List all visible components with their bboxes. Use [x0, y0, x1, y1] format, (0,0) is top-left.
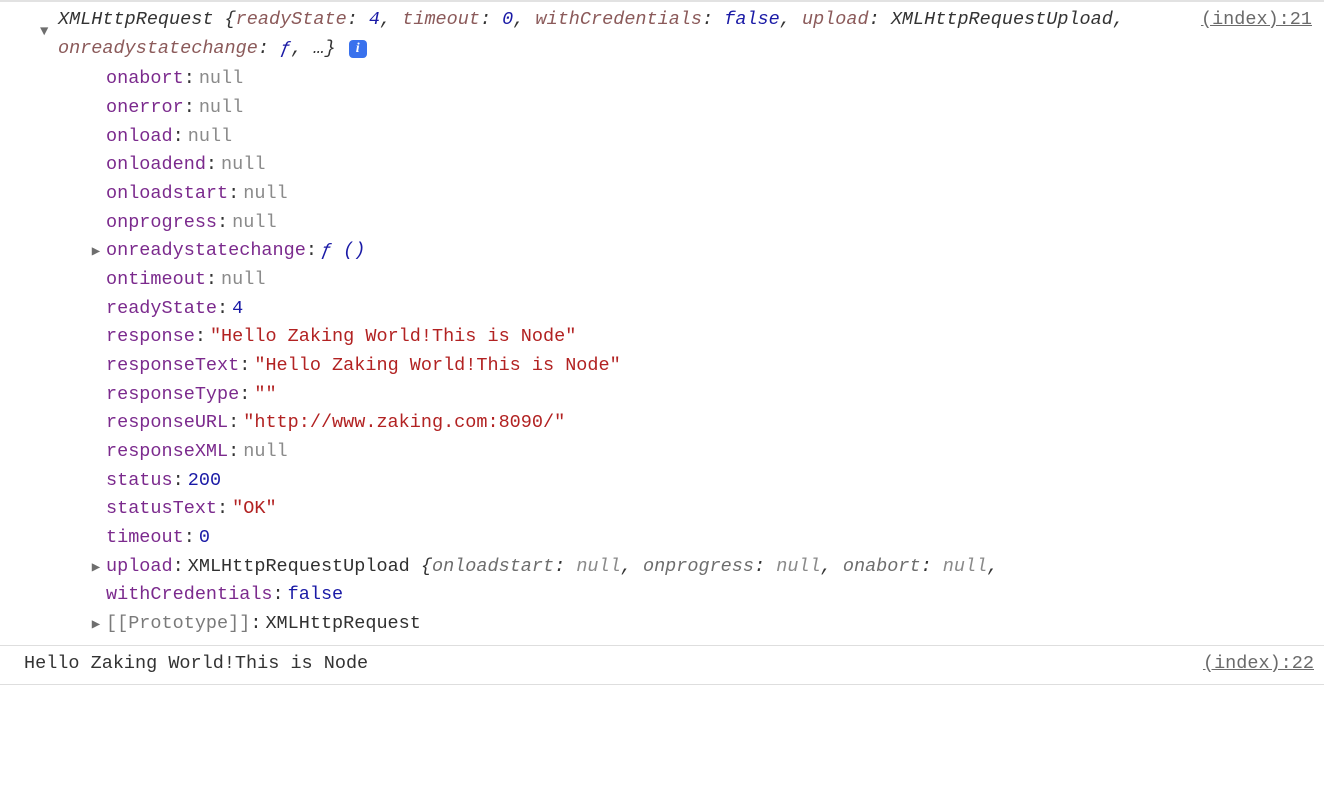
property-row: onerror: null	[58, 94, 1314, 123]
property-key: onprogress	[106, 209, 217, 238]
property-row: onloadend: null	[58, 151, 1314, 180]
property-key: onloadend	[106, 151, 206, 180]
property-value: "Hello Zaking World!This is Node"	[210, 323, 576, 352]
property-value: null	[243, 438, 287, 467]
console-panel: (index):21 ▼ XMLHttpRequest {readyState:…	[0, 0, 1324, 685]
source-link[interactable]: (index):22	[1191, 650, 1314, 679]
property-row: readyState: 4	[58, 295, 1314, 324]
console-row-text: Hello Zaking World!This is Node (index):…	[0, 646, 1324, 686]
expand-arrow-icon[interactable]	[88, 245, 104, 259]
property-value: ƒ ()	[321, 237, 365, 266]
property-value: null	[221, 151, 265, 180]
property-row: statusText: "OK"	[58, 495, 1314, 524]
property-row: withCredentials: false	[58, 581, 1314, 610]
property-value: null	[243, 180, 287, 209]
property-value: 4	[232, 295, 243, 324]
property-row: timeout: 0	[58, 524, 1314, 553]
object-summary[interactable]: XMLHttpRequest {readyState: 4, timeout: …	[58, 6, 1314, 63]
property-key: onloadstart	[106, 180, 228, 209]
property-row: response: "Hello Zaking World!This is No…	[58, 323, 1314, 352]
property-row: responseText: "Hello Zaking World!This i…	[58, 352, 1314, 381]
property-value: 200	[188, 467, 221, 496]
property-key: withCredentials	[106, 581, 273, 610]
property-value: "Hello Zaking World!This is Node"	[254, 352, 620, 381]
log-text: Hello Zaking World!This is Node	[24, 653, 368, 674]
property-key: readyState	[106, 295, 217, 324]
property-row: status: 200	[58, 467, 1314, 496]
property-key: responseText	[106, 352, 239, 381]
property-row: responseType: ""	[58, 381, 1314, 410]
property-key: ontimeout	[106, 266, 206, 295]
property-key: upload	[106, 553, 173, 582]
property-key: timeout	[106, 524, 184, 553]
property-value: null	[199, 65, 243, 94]
expand-arrow-icon[interactable]: ▼	[40, 22, 48, 44]
expand-arrow-icon[interactable]	[88, 561, 104, 575]
property-key: onerror	[106, 94, 184, 123]
property-key: [[Prototype]]	[106, 610, 250, 639]
property-value: XMLHttpRequest	[265, 610, 420, 639]
property-row: ontimeout: null	[58, 266, 1314, 295]
property-key: onreadystatechange	[106, 237, 306, 266]
property-value: XMLHttpRequestUpload {onloadstart: null,…	[188, 553, 999, 582]
property-value: 0	[199, 524, 210, 553]
property-key: status	[106, 467, 173, 496]
property-key: statusText	[106, 495, 217, 524]
property-value: false	[288, 581, 344, 610]
property-key: responseType	[106, 381, 239, 410]
property-row: onloadstart: null	[58, 180, 1314, 209]
property-row[interactable]: [[Prototype]]: XMLHttpRequest	[58, 610, 1314, 639]
property-value: null	[199, 94, 243, 123]
console-row-object: (index):21 ▼ XMLHttpRequest {readyState:…	[0, 0, 1324, 646]
property-row: onload: null	[58, 123, 1314, 152]
object-properties: onabort: nullonerror: nullonload: nullon…	[58, 65, 1314, 638]
property-key: onabort	[106, 65, 184, 94]
property-row[interactable]: onreadystatechange: ƒ ()	[58, 237, 1314, 266]
property-value: null	[221, 266, 265, 295]
property-value: ""	[254, 381, 276, 410]
property-key: onload	[106, 123, 173, 152]
class-name: XMLHttpRequest	[58, 9, 213, 30]
property-row: onprogress: null	[58, 209, 1314, 238]
property-value: "http://www.zaking.com:8090/"	[243, 409, 565, 438]
property-key: responseURL	[106, 409, 228, 438]
property-row: onabort: null	[58, 65, 1314, 94]
property-value: "OK"	[232, 495, 276, 524]
property-row: responseURL: "http://www.zaking.com:8090…	[58, 409, 1314, 438]
property-value: null	[232, 209, 276, 238]
property-key: response	[106, 323, 195, 352]
info-icon[interactable]: i	[349, 40, 367, 58]
property-row[interactable]: upload: XMLHttpRequestUpload {onloadstar…	[58, 553, 1314, 582]
property-key: responseXML	[106, 438, 228, 467]
expand-arrow-icon[interactable]	[88, 618, 104, 632]
property-row: responseXML: null	[58, 438, 1314, 467]
property-value: null	[188, 123, 232, 152]
